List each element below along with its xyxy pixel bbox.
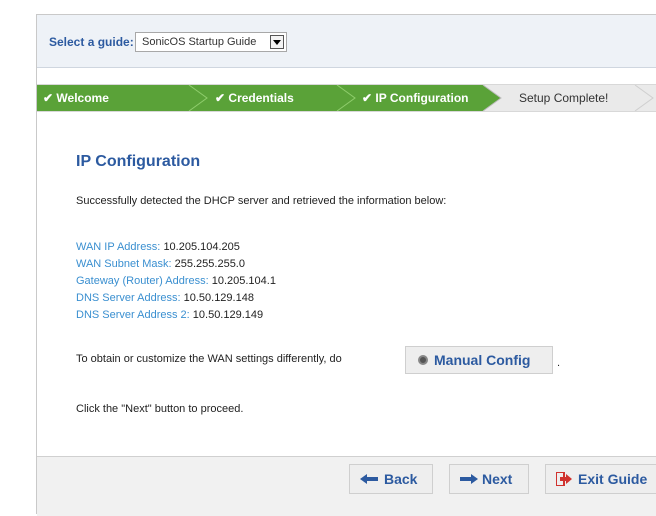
next-label: Next [482,471,513,487]
step-welcome: ✔ Welcome [43,85,109,111]
field-label: WAN IP Address: [76,241,161,253]
field-value: 10.50.129.148 [183,292,254,304]
guide-label: Select a guide: [49,35,134,49]
proceed-text: Click the "Next" button to proceed. [76,403,244,415]
arrow-left-icon [360,474,378,484]
guide-select-value: SonicOS Startup Guide [142,36,257,48]
footer-bar: Back Next Exit Guide [37,456,656,516]
step-setup-complete: Setup Complete! [519,85,608,111]
intro-text: Successfully detected the DHCP server an… [76,195,447,207]
field-value: 255.255.255.0 [174,258,245,270]
page-title: IP Configuration [76,153,201,170]
field-value: 10.205.104.1 [211,275,276,287]
back-button[interactable]: Back [349,464,433,494]
manual-config-label: Manual Config [434,352,531,368]
step-label: Welcome [56,91,109,105]
guide-selector-bar: Select a guide: SonicOS Startup Guide [37,15,656,68]
field-label: WAN Subnet Mask: [76,258,172,270]
exit-label: Exit Guide [578,471,648,487]
dropdown-arrow-icon[interactable] [270,35,284,49]
field-value: 10.205.104.205 [163,241,240,253]
field-wan-subnet: WAN Subnet Mask: 255.255.255.0 [76,258,245,270]
field-wan-ip: WAN IP Address: 10.205.104.205 [76,241,240,253]
manual-config-button[interactable]: Manual Config [405,346,553,374]
gear-icon [418,355,428,365]
field-gateway: Gateway (Router) Address: 10.205.104.1 [76,275,276,287]
step-label: Credentials [228,91,294,105]
back-label: Back [384,471,418,487]
step-ip-configuration: ✔ IP Configuration [362,85,469,111]
next-button[interactable]: Next [449,464,529,494]
arrow-right-icon [460,474,478,484]
step-credentials: ✔ Credentials [215,85,294,111]
customize-text: To obtain or customize the WAN settings … [76,353,342,365]
field-label: DNS Server Address 2: [76,309,190,321]
guide-select[interactable]: SonicOS Startup Guide [135,32,287,52]
progress-steps: ✔ Welcome ✔ Credentials ✔ IP Configurati… [37,84,656,112]
field-value: 10.50.129.149 [192,309,264,321]
field-dns-2: DNS Server Address 2: 10.50.129.149 [76,309,263,321]
check-icon: ✔ [362,91,373,105]
exit-icon [556,472,572,486]
field-dns-1: DNS Server Address: 10.50.129.148 [76,292,254,304]
check-icon: ✔ [43,91,54,105]
check-icon: ✔ [215,91,226,105]
exit-guide-button[interactable]: Exit Guide [545,464,656,494]
field-label: DNS Server Address: [76,292,181,304]
trailing-period: . [557,357,561,369]
setup-guide-window: Select a guide: SonicOS Startup Guide ✔ … [36,14,656,516]
step-label: IP Configuration [375,91,469,105]
step-label: Setup Complete! [519,91,609,105]
field-label: Gateway (Router) Address: [76,275,209,287]
